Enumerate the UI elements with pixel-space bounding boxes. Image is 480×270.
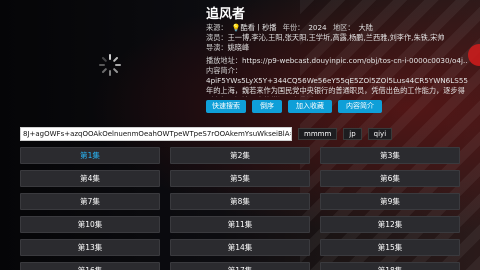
content-value: 4piF5YWs5LyX5Y+344CQ56We56eY55qE5ZOl5ZOl… [206,76,468,97]
episode-button[interactable]: 第14集 [170,239,310,256]
play-url-row: 播放地址：https://p9-webcast.douyinpic.com/ob… [206,56,468,66]
actors-label: 演员： [206,33,228,42]
episode-button[interactable]: 第2集 [170,147,310,164]
episode-button[interactable]: 第15集 [320,239,460,256]
director-label: 导演： [206,43,228,52]
episode-button[interactable]: 第6集 [320,170,460,187]
play-url-value: https://p9-webcast.douyinpic.com/obj/tos… [241,56,468,65]
source-bar: 8J+agOWFs+azqOOAkOelnuenmOeahOWTpeWTpeS7… [20,127,480,141]
add-favorite-button[interactable]: 加入收藏 [288,100,332,113]
detail-panel: 追风者 来源： 💡酷看丨秒播 年份： 2024 地区： 大陆 演员：王一博,李沁,王阳… [206,6,468,113]
episode-button[interactable]: 第18集 [320,262,460,270]
source-label: 来源： [206,23,228,32]
reverse-order-button[interactable]: 倒序 [252,100,282,113]
actors-value: 王一博,李沁,王阳,张天阳,王学圻,高露,杨鹏,兰西雅,刘李作,朱铁,宋帅 [227,33,445,42]
meta-row: 来源： 💡酷看丨秒播 年份： 2024 地区： 大陆 [206,23,468,33]
content-row: 内容简介：4piF5YWs5LyX5Y+344CQ56We56eY55qE5ZO… [206,66,468,97]
episode-button[interactable]: 第16集 [20,262,160,270]
episode-button[interactable]: 第4集 [20,170,160,187]
episode-button[interactable]: 第11集 [170,216,310,233]
episode-button[interactable]: 第1集 [20,147,160,164]
episode-button[interactable]: 第8集 [170,193,310,210]
year-label: 年份： [282,23,305,32]
source-chip-jp[interactable]: jp [343,128,362,140]
action-buttons: 快速搜索 倒序 加入收藏 内容简介 [206,100,468,113]
content-intro-button[interactable]: 内容简介 [338,100,382,113]
content-label: 内容简介： [206,66,242,75]
source-chip-mmmm[interactable]: mmmm [298,128,338,140]
episode-button[interactable]: 第12集 [320,216,460,233]
loading-spinner-icon [99,54,121,76]
episode-button[interactable]: 第9集 [320,193,460,210]
region-value: 大陆 [358,23,373,32]
play-url-label: 播放地址： [206,56,242,65]
episode-button[interactable]: 第17集 [170,262,310,270]
director-row: 导演：姚晓峰 [206,43,468,53]
year-value: 2024 [308,23,327,32]
page-title: 追风者 [206,7,246,22]
episode-button[interactable]: 第10集 [20,216,160,233]
episode-button[interactable]: 第7集 [20,193,160,210]
quick-search-button[interactable]: 快速搜索 [206,100,246,113]
director-value: 姚晓峰 [227,43,250,52]
episode-button[interactable]: 第13集 [20,239,160,256]
source-chip-qiyi[interactable]: qiyi [367,128,393,140]
episode-button[interactable]: 第3集 [320,147,460,164]
episode-button[interactable]: 第5集 [170,170,310,187]
source-value: 💡酷看丨秒播 [231,23,277,32]
episode-grid: 第1集 第2集 第3集 第4集 第5集 第6集 第7集 第8集 第9集 第10集 第11集 第12集第… [20,147,460,270]
actors-row: 演员：王一博,李沁,王阳,张天阳,王学圻,高露,杨鹏,兰西雅,刘李作,朱铁,宋帅 [206,33,468,43]
search-input[interactable]: 8J+agOWFs+azqOOAkOelnuenmOeahOWTpeWTpeS7… [20,127,292,141]
region-label: 地区： [332,23,355,32]
